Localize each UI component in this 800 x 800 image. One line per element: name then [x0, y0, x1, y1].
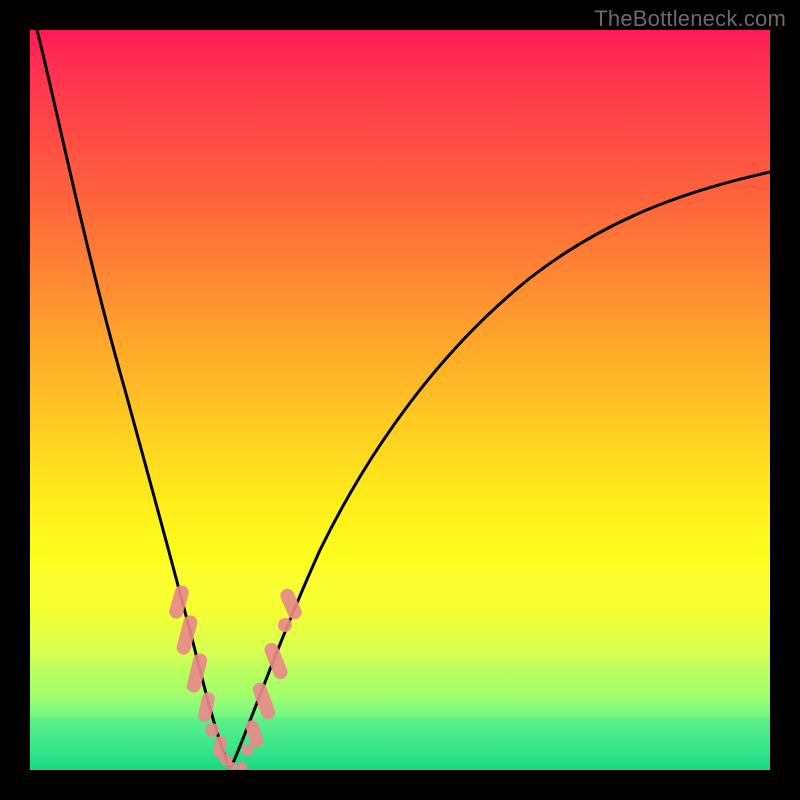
outer-frame: TheBottleneck.com: [0, 0, 800, 800]
markers-right: [242, 587, 304, 756]
plot-area: [30, 30, 770, 770]
right-curve: [230, 172, 770, 770]
markers-valley: [227, 762, 247, 770]
curves-svg: [30, 30, 770, 770]
markers-left: [168, 584, 232, 766]
watermark-text: TheBottleneck.com: [594, 6, 786, 32]
